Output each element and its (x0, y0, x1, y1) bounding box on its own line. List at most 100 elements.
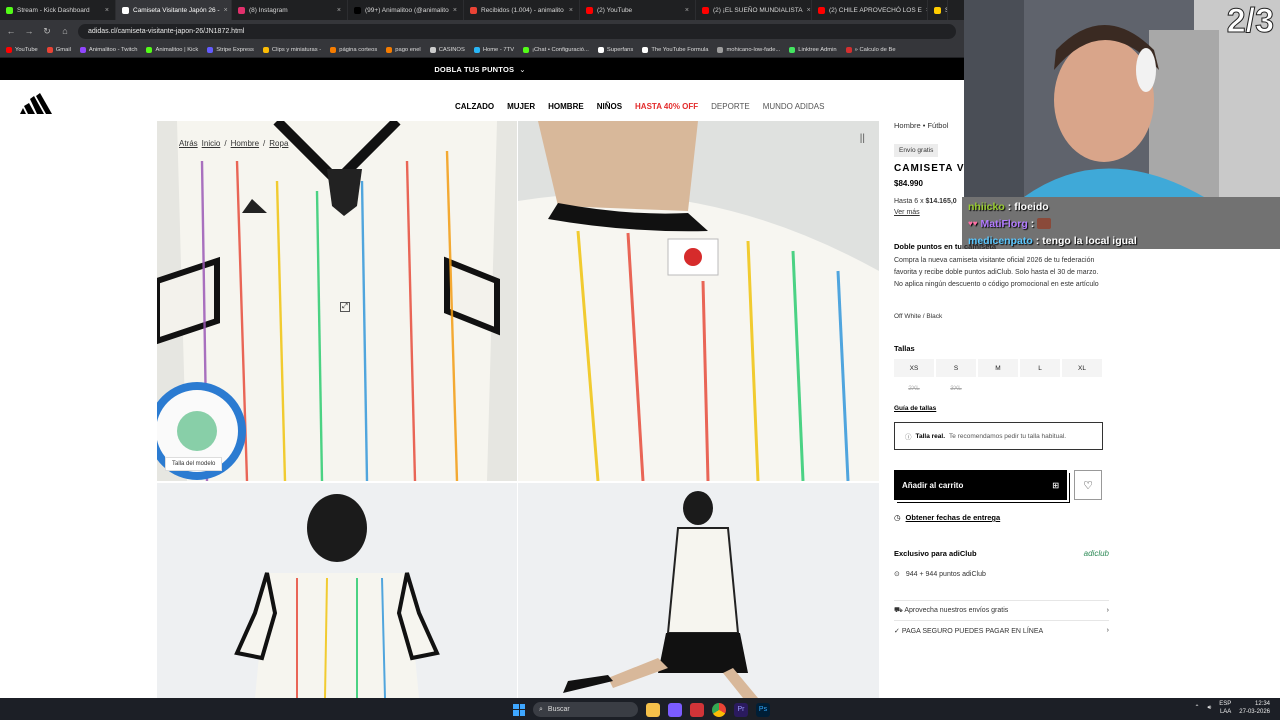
close-tab-icon[interactable]: × (337, 7, 341, 14)
product-image-front[interactable]: Atrás Inicio / Hombre / Ropa ⤢ Talla del… (157, 121, 517, 481)
bookmark-item[interactable]: CASINOS (429, 46, 465, 53)
breadcrumb-item[interactable]: Inicio (202, 139, 221, 148)
bookmark-item[interactable]: Linktree Admin (789, 46, 837, 53)
model-kick-illustration (518, 483, 879, 698)
model-size-tag[interactable]: Talla del modelo (165, 457, 223, 471)
delivery-dates-link[interactable]: ◷ Obtener fechas de entrega (894, 513, 1109, 522)
bookmark-item[interactable]: ¡Chat • Configuració... (523, 46, 589, 53)
bookmark-item[interactable]: Superfans (597, 46, 633, 53)
back-arrow-icon[interactable]: ← (6, 26, 16, 36)
taskbar-search[interactable]: ⌕ Buscar (533, 702, 638, 717)
app-icon[interactable] (690, 702, 704, 717)
bookmark-item[interactable]: pago enel (386, 46, 421, 53)
windows-start-icon[interactable] (513, 703, 525, 716)
browser-tab[interactable]: Recibidos (1.004) - animalito × (464, 0, 580, 20)
bookmark-item[interactable]: » Calculo de Be (845, 46, 896, 53)
browser-tab[interactable]: (8) Instagram × (232, 0, 348, 20)
browser-tab[interactable]: (2) ¡EL SUEÑO MUNDIALISTA × (696, 0, 812, 20)
size-option[interactable]: M (978, 359, 1018, 377)
browser-tab[interactable]: Camiseta Visitante Japón 26 - × (116, 0, 232, 20)
chevron-up-icon[interactable]: ⌃ (1194, 704, 1199, 713)
size-option[interactable]: XL (1062, 359, 1102, 377)
wishlist-button[interactable]: ♡ (1074, 470, 1102, 500)
browser-tab[interactable]: Si (928, 0, 948, 20)
model-size-label: Talla del modelo (172, 461, 216, 467)
size-option[interactable]: 2XL (894, 379, 934, 397)
browser-tab[interactable]: (99+) Animalitoo (@animalito × (348, 0, 464, 20)
nav-item[interactable]: HOMBRE (548, 102, 584, 111)
secure-payment-link[interactable]: ✓ PAGA SEGURO PUEDES PAGAR EN LÍNEA › (894, 620, 1109, 640)
browser-tab[interactable]: (2) YouTube × (580, 0, 696, 20)
chrome-icon[interactable] (712, 702, 726, 717)
bookmark-item[interactable]: YouTube (6, 46, 38, 53)
breadcrumb-item[interactable]: Hombre (231, 139, 259, 148)
add-to-cart-button[interactable]: Añadir al carrito ⊞ (894, 470, 1067, 500)
installments-amount: $14.165,0 (925, 198, 957, 205)
nav-item[interactable]: MUNDO ADIDAS (763, 102, 825, 111)
reload-icon[interactable]: ↻ (42, 26, 52, 37)
close-tab-icon[interactable]: × (685, 7, 689, 14)
product-image-model-kick[interactable] (518, 483, 879, 698)
size-option[interactable]: L (1020, 359, 1060, 377)
webcam-overlay: 2/3 (964, 0, 1280, 197)
premiere-icon[interactable]: Pr (734, 702, 748, 717)
bookmark-favicon-icon (789, 46, 796, 53)
lang-label[interactable]: ESP (1219, 701, 1231, 707)
nav-item[interactable]: HASTA 40% OFF (635, 102, 698, 111)
size-guide-link[interactable]: Guía de tallas (894, 405, 1109, 412)
file-explorer-icon[interactable] (646, 702, 660, 717)
product-image-model-back[interactable] (157, 483, 517, 698)
size-option[interactable]: 3XL (936, 379, 976, 397)
nav-item[interactable]: MUJER (507, 102, 535, 111)
size-option[interactable]: XS (894, 359, 934, 377)
tab-label: Recibidos (1.004) - animalito (481, 6, 564, 14)
product-gallery: Atrás Inicio / Hombre / Ropa ⤢ Talla del… (157, 121, 879, 698)
pause-icon[interactable]: || (860, 133, 865, 144)
nav-item[interactable]: NIÑOS (597, 102, 622, 111)
url-field[interactable]: adidas.cl/camiseta-visitante-japon-26/JN… (78, 23, 956, 39)
breadcrumb: Atrás Inicio / Hombre / Ropa (179, 139, 289, 148)
shipping-text: Aprovecha nuestros envíos gratis (904, 607, 1009, 614)
browser-tab[interactable]: (2) CHILE APROVECHÓ LOS E× (812, 0, 928, 20)
bookmark-item[interactable]: mohicano-low-fade... (717, 46, 780, 53)
nav-item[interactable]: CALZADO (455, 102, 494, 111)
close-tab-icon[interactable]: × (105, 7, 109, 14)
chat-text: tengo la local igual (1042, 234, 1137, 247)
adiclub-row: Exclusivo para adiClub adiclub (894, 549, 1109, 558)
breadcrumb-item[interactable]: Ropa (269, 139, 288, 148)
lang-sub-label: LAA (1219, 709, 1232, 715)
tab-label: Si (945, 7, 947, 14)
clock-time[interactable]: 12:34 (1255, 701, 1270, 707)
bookmark-item[interactable]: Clips y miniaturas - (262, 46, 321, 53)
bookmark-item[interactable]: página corteos (330, 46, 377, 53)
tab-favicon-icon (6, 6, 13, 14)
bookmark-item[interactable]: Gmail (46, 46, 71, 53)
tab-label: (99+) Animalitoo (@animalito (365, 6, 449, 14)
browser-tab[interactable]: Stream - Kick Dashboard × (0, 0, 116, 20)
bookmark-item[interactable]: The YouTube Formula (642, 46, 708, 53)
windows-taskbar: ⌕ Buscar Pr Ps ⌃ 🔊︎ ESP LAA 12:34 27-03-… (0, 698, 1280, 720)
free-shipping-link[interactable]: ⛟ Aprovecha nuestros envíos gratis › (894, 600, 1109, 620)
bookmark-label: Stripe Express (216, 46, 254, 53)
bookmark-item[interactable]: Home - 7TV (473, 46, 514, 53)
product-image-back-detail[interactable] (518, 121, 879, 481)
forward-arrow-icon[interactable]: → (24, 26, 34, 36)
breadcrumb-back[interactable]: Atrás (179, 139, 198, 148)
close-tab-icon[interactable]: × (453, 7, 457, 14)
expand-icon[interactable]: ⤢ (340, 302, 350, 312)
bookmark-item[interactable]: Animalitoo - Twitch (79, 46, 137, 53)
home-icon[interactable]: ⌂ (60, 26, 70, 36)
size-option[interactable]: S (936, 359, 976, 377)
photoshop-icon[interactable]: Ps (756, 702, 770, 717)
bookmark-item[interactable]: Animalitoo | Kick (146, 46, 198, 53)
truck-icon: ⛟ (894, 607, 903, 614)
close-tab-icon[interactable]: × (807, 7, 811, 14)
adidas-logo-icon[interactable] (20, 92, 52, 114)
bookmark-item[interactable]: Stripe Express (207, 46, 254, 53)
volume-icon[interactable]: 🔊︎ (1208, 704, 1212, 713)
app-icon[interactable] (668, 702, 682, 717)
close-tab-icon[interactable]: × (224, 7, 228, 14)
close-tab-icon[interactable]: × (569, 7, 573, 14)
nav-item[interactable]: DEPORTE (711, 102, 750, 111)
bookmark-favicon-icon (46, 46, 53, 53)
